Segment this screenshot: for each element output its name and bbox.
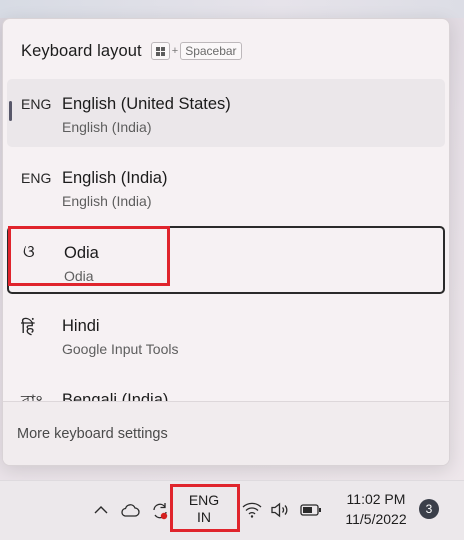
layout-item-english-us[interactable]: ENG English (United States) English (Ind… [7, 79, 445, 147]
cloud-icon[interactable] [118, 498, 142, 522]
clock-button[interactable]: 11:02 PM 11/5/2022 [333, 489, 419, 529]
layout-abbr: ଓ [23, 242, 35, 261]
spacebar-key: Spacebar [180, 42, 242, 60]
windows-key-icon [150, 42, 170, 60]
layout-name: Odia [64, 244, 99, 262]
shortcut-hint: + Spacebar [150, 42, 242, 60]
layout-item-english-india[interactable]: ENG English (India) English (India) [7, 153, 445, 221]
layout-abbr: हिं [21, 318, 35, 337]
input-region: IN [197, 509, 211, 525]
layout-subtitle: English (India) [62, 193, 152, 209]
clock-date: 11/5/2022 [345, 511, 407, 527]
layout-list: ENG English (United States) English (Ind… [3, 79, 449, 409]
layout-item-hindi[interactable]: हिं Hindi Google Input Tools [7, 301, 445, 369]
clock-time: 11:02 PM [346, 491, 406, 507]
flyout-header: Keyboard layout + Spacebar [21, 41, 242, 61]
layout-name: English (India) [62, 169, 168, 187]
input-indicator-button[interactable]: ENG IN [174, 488, 234, 530]
layout-name: Hindi [62, 317, 100, 335]
wifi-icon[interactable] [241, 499, 263, 521]
chevron-up-icon[interactable] [90, 499, 112, 521]
layout-abbr: ENG [21, 170, 52, 186]
layout-abbr: ENG [21, 96, 52, 112]
desktop-background [0, 0, 464, 18]
notification-badge[interactable]: 3 [419, 499, 439, 519]
selected-indicator [9, 101, 12, 121]
battery-icon[interactable] [299, 499, 323, 521]
layout-subtitle: English (India) [62, 119, 152, 135]
flyout-title: Keyboard layout [21, 41, 142, 60]
layout-name: English (United States) [62, 95, 231, 113]
layout-subtitle: Odia [64, 268, 94, 284]
volume-icon[interactable] [269, 499, 293, 521]
layout-item-odia[interactable]: ଓ Odia Odia [7, 226, 445, 294]
shortcut-plus: + [171, 45, 179, 57]
layout-subtitle: Google Input Tools [62, 341, 179, 357]
input-language: ENG [188, 492, 220, 508]
sync-icon[interactable] [147, 498, 173, 524]
flyout-footer: More keyboard settings [3, 401, 449, 465]
more-keyboard-settings-link[interactable]: More keyboard settings [17, 426, 168, 442]
keyboard-layout-flyout: Keyboard layout + Spacebar ENG English (… [2, 18, 450, 466]
